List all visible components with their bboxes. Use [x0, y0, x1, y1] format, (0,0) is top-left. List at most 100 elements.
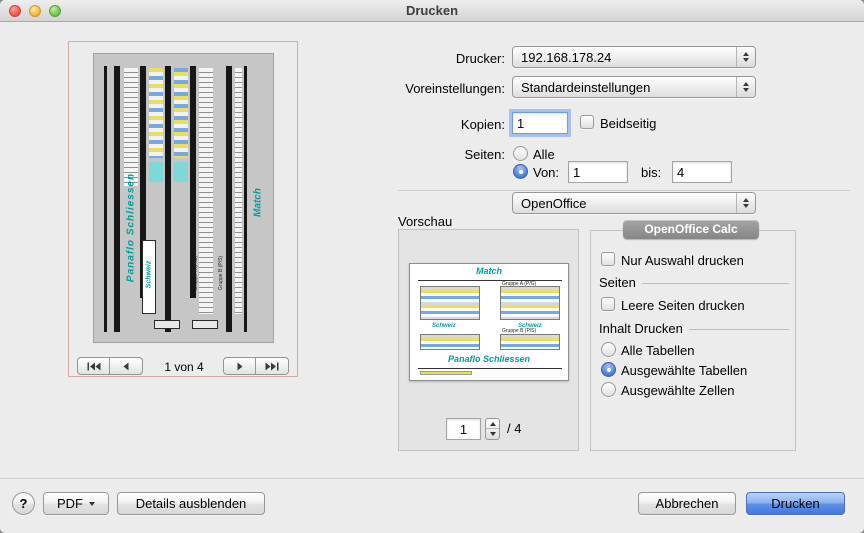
thumb-nav-forward-group — [223, 357, 289, 375]
preview-panel: Match Gruppe A (P/G) Schweiz Schweiz Gru… — [398, 229, 579, 451]
pages-all-label: Alle — [533, 147, 555, 163]
skip-to-first-icon — [86, 362, 102, 371]
pages-from-input[interactable] — [568, 161, 628, 183]
pages-all-radio[interactable] — [513, 146, 528, 161]
sheet-teal-cell — [174, 162, 188, 182]
last-page-button[interactable] — [256, 357, 289, 375]
preview-group-a-text: Gruppe A (P/G) — [502, 281, 536, 287]
stepper-down-icon[interactable] — [486, 429, 499, 439]
preview-page-total: / 4 — [507, 421, 521, 437]
section-line — [642, 283, 789, 284]
popup-arrows-icon — [736, 77, 755, 97]
sheet-country-vertical: Schweiz — [146, 245, 153, 305]
titlebar: Drucken — [0, 0, 864, 22]
preview-page-stepper[interactable] — [485, 418, 500, 440]
page-indicator: 1 von 4 — [149, 359, 219, 375]
selection-only-label: Nur Auswahl drucken — [621, 253, 744, 269]
duplex-label: Beidseitig — [600, 116, 656, 132]
sheet-rule — [244, 66, 247, 332]
calc-options-header: OpenOffice Calc — [623, 220, 759, 239]
duplex-checkbox[interactable] — [580, 115, 594, 129]
content-section-header: Inhalt Drucken — [599, 321, 789, 337]
preview-page-input[interactable] — [446, 418, 481, 440]
pdf-label: PDF — [57, 493, 83, 514]
zoom-button[interactable] — [49, 5, 61, 17]
printer-popup[interactable]: 192.168.178.24 — [512, 46, 756, 68]
preview-highlight-row — [420, 371, 472, 375]
content-section-label: Inhalt Drucken — [599, 321, 683, 337]
sheet-group-a-vertical: Gruppe A (P/G) — [193, 243, 199, 303]
calc-options-panel: Nur Auswahl drucken Seiten Leere Seiten … — [590, 230, 796, 451]
next-icon — [234, 362, 246, 371]
next-page-button[interactable] — [223, 357, 256, 375]
preview-table — [500, 334, 560, 350]
section-separator — [398, 190, 850, 191]
sheet-teal-cell — [149, 162, 163, 182]
sheet-match-vertical: Match — [253, 153, 264, 253]
empty-pages-label: Leere Seiten drucken — [621, 298, 745, 314]
all-tables-label: Alle Tabellen — [621, 343, 694, 359]
close-button[interactable] — [9, 5, 21, 17]
selection-only-checkbox[interactable] — [601, 252, 615, 266]
preview-rule — [418, 368, 562, 369]
pages-from-label: Von: — [533, 165, 559, 181]
copies-label: Kopien: — [260, 117, 505, 133]
help-button[interactable]: ? — [12, 492, 35, 515]
app-options-popup-value: OpenOffice — [521, 196, 587, 211]
pages-section-label: Seiten — [599, 275, 636, 291]
preview-table — [420, 334, 480, 350]
sheet-rule — [104, 66, 107, 332]
print-button[interactable]: Drucken — [746, 492, 845, 515]
previous-page-button[interactable] — [110, 357, 143, 375]
pdf-dropdown-arrow-icon — [89, 502, 95, 506]
sheet-footer-box — [192, 320, 218, 329]
presets-popup-value: Standardeinstellungen — [521, 80, 650, 95]
preview-page-image: Match Gruppe A (P/G) Schweiz Schweiz Gru… — [409, 263, 569, 381]
page-thumbnail-image[interactable]: Panaflo Schliessen Match Gruppe A (P/G) … — [93, 53, 274, 343]
sheet-footer-box — [154, 320, 180, 329]
sheet-cell-column — [235, 68, 242, 314]
preview-table — [420, 286, 480, 320]
sheet-group-b-vertical: Gruppe B (P/S) — [218, 243, 224, 303]
thumb-nav-back-group — [77, 357, 143, 375]
previous-icon — [120, 362, 132, 371]
preview-rule — [418, 280, 562, 281]
popup-arrows-icon — [736, 47, 755, 67]
presets-popup[interactable]: Standardeinstellungen — [512, 76, 756, 98]
sheet-cell-column — [149, 68, 163, 158]
first-page-button[interactable] — [77, 357, 110, 375]
printer-popup-value: 192.168.178.24 — [521, 50, 611, 65]
selected-tables-label: Ausgewählte Tabellen — [621, 363, 747, 379]
preview-title-text: Panaflo Schliessen — [410, 354, 568, 364]
copies-input[interactable] — [512, 112, 568, 134]
sheet-cell-column — [174, 68, 188, 158]
popup-arrows-icon — [736, 193, 755, 213]
pages-section-header: Seiten — [599, 275, 789, 291]
minimize-button[interactable] — [29, 5, 41, 17]
stepper-up-icon[interactable] — [486, 419, 499, 429]
pages-range-radio[interactable] — [513, 164, 528, 179]
sheet-title-vertical: Panaflo Schliessen — [126, 168, 137, 288]
details-toggle-button[interactable]: Details ausblenden — [117, 492, 265, 515]
sheet-rule — [226, 66, 232, 332]
sheet-rule — [165, 66, 171, 332]
app-options-popup[interactable]: OpenOffice — [512, 192, 756, 214]
preview-title: Vorschau — [398, 214, 452, 230]
sheet-cell-column — [199, 68, 213, 314]
print-dialog-window: Drucken Panaflo Schliessen Match Gruppe … — [0, 0, 864, 533]
selected-cells-radio[interactable] — [601, 382, 616, 397]
selected-tables-radio[interactable] — [601, 362, 616, 377]
empty-pages-checkbox[interactable] — [601, 297, 615, 311]
preview-match-text: Match — [410, 266, 568, 276]
all-tables-radio[interactable] — [601, 342, 616, 357]
cancel-button[interactable]: Abbrechen — [638, 492, 736, 515]
sheet-rule — [114, 66, 120, 332]
preview-table — [500, 286, 560, 320]
pdf-menu-button[interactable]: PDF — [43, 492, 109, 515]
skip-to-last-icon — [264, 362, 280, 371]
window-title: Drucken — [0, 0, 864, 21]
pages-label: Seiten: — [260, 147, 505, 163]
preview-country-text: Schweiz — [432, 323, 456, 329]
pages-to-input[interactable] — [672, 161, 732, 183]
selected-cells-label: Ausgewählte Zellen — [621, 383, 734, 399]
